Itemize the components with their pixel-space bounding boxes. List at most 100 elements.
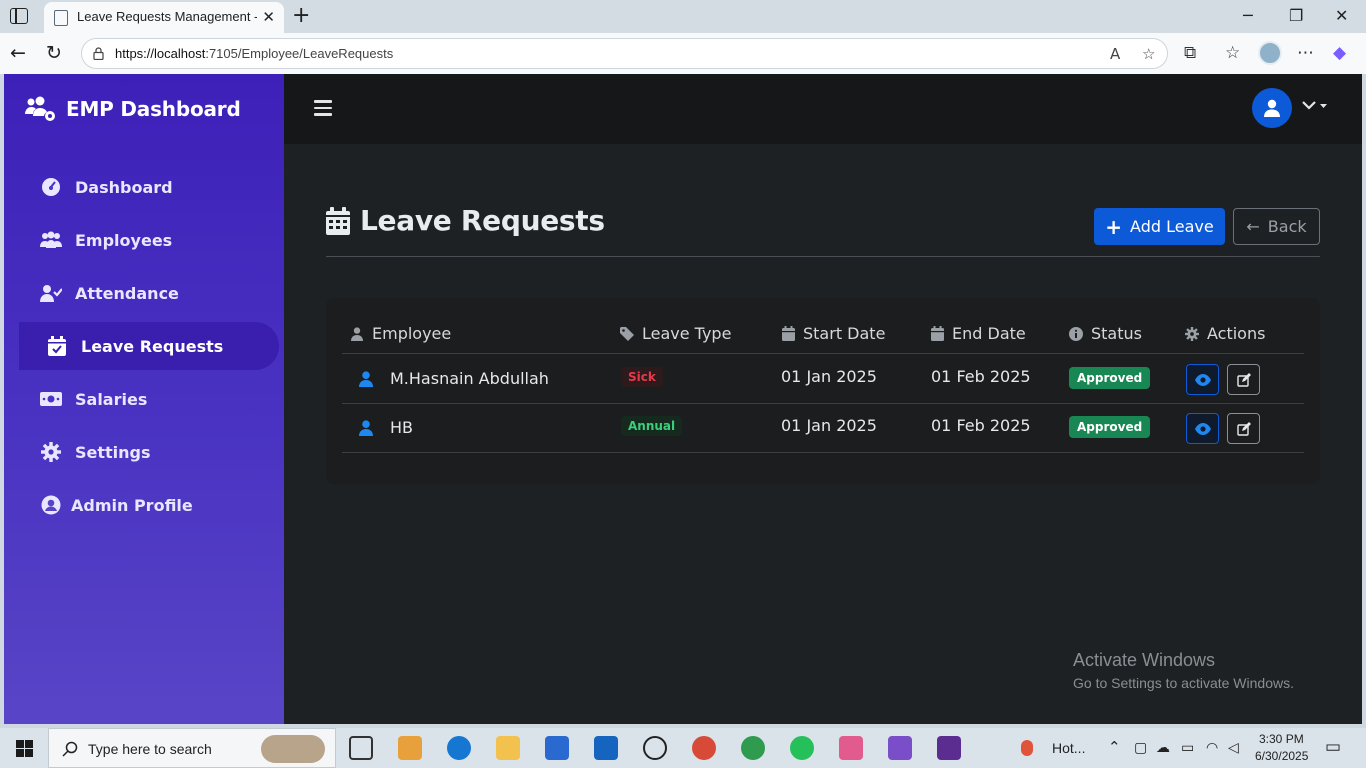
file-explorer-icon[interactable]	[496, 736, 520, 760]
clock-time[interactable]: 3:30 PM	[1259, 732, 1304, 746]
sidebar-item-label: Settings	[75, 442, 151, 462]
edge-app-icon[interactable]	[447, 736, 471, 760]
back-arrow-icon[interactable]: ←	[10, 42, 26, 64]
column-header-leave-type: Leave Type	[620, 324, 731, 343]
sidebar: EMP Dashboard Dashboard Employees Attend…	[4, 74, 284, 724]
chrome-profile-app-icon[interactable]	[741, 736, 765, 760]
whatsapp-app-icon[interactable]	[790, 736, 814, 760]
add-leave-button[interactable]: + Add Leave	[1094, 208, 1225, 245]
minimize-icon[interactable]: ─	[1243, 6, 1253, 25]
windows-start-icon[interactable]	[16, 740, 33, 757]
copilot-icon[interactable]: ◆	[1333, 43, 1346, 63]
page-favicon-icon	[54, 10, 68, 26]
tab-title: Leave Requests Management - Em	[77, 9, 257, 24]
wifi-icon[interactable]: ◠	[1206, 739, 1218, 756]
hamburger-menu-icon[interactable]	[314, 100, 332, 116]
weather-text[interactable]: Hot...	[1052, 740, 1085, 756]
sidebar-item-label: Dashboard	[75, 177, 173, 197]
sidebar-item-salaries[interactable]: Salaries	[19, 375, 279, 423]
leave-type-badge: Annual	[621, 416, 683, 436]
sidebar-item-admin-profile[interactable]: Admin Profile	[19, 481, 279, 529]
column-header-actions: Actions	[1185, 324, 1265, 343]
view-button[interactable]	[1186, 364, 1219, 395]
sidebar-item-label: Attendance	[75, 283, 179, 303]
user-icon	[350, 326, 364, 341]
gear-icon	[40, 442, 62, 462]
tray-chevron-icon[interactable]: ⌃	[1108, 738, 1121, 756]
url-field[interactable]: https://localhost:7105/Employee/LeaveReq…	[81, 38, 1168, 69]
edit-button[interactable]	[1227, 364, 1260, 395]
info-circle-icon	[1069, 326, 1083, 341]
extensions-icon[interactable]: ⧉	[1184, 43, 1196, 63]
search-highlight-image	[261, 735, 325, 763]
taskbar-search-box[interactable]: Type here to search	[48, 728, 336, 768]
lock-icon[interactable]	[93, 47, 104, 60]
money-icon	[40, 389, 62, 409]
employee-cell: M.Hasnain Abdullah	[342, 369, 549, 388]
close-window-icon[interactable]: ✕	[1335, 6, 1348, 25]
read-aloud-icon[interactable]: A	[1110, 45, 1120, 63]
browser-tab[interactable]: Leave Requests Management - Em ✕	[44, 2, 284, 33]
page-title: Leave Requests	[360, 204, 605, 237]
calendar-icon	[930, 326, 944, 341]
leave-type-badge: Sick	[621, 367, 663, 387]
sidebar-item-settings[interactable]: Settings	[19, 428, 279, 476]
notifications-icon[interactable]: ▭	[1325, 737, 1341, 757]
task-view-icon[interactable]	[349, 736, 373, 760]
sidebar-item-attendance[interactable]: Attendance	[19, 269, 279, 317]
battery-icon[interactable]: ▭	[1181, 739, 1194, 756]
leave-requests-table-card: Employee Leave Type Start Date End Date …	[326, 298, 1320, 484]
clock-date[interactable]: 6/30/2025	[1255, 749, 1308, 763]
weather-icon[interactable]	[1021, 740, 1033, 756]
sidebar-item-leave-requests[interactable]: Leave Requests	[19, 322, 279, 370]
activate-windows-watermark: Activate Windows Go to Settings to activ…	[1073, 650, 1294, 691]
close-tab-icon[interactable]: ✕	[262, 8, 275, 26]
refresh-icon[interactable]: ↻	[46, 42, 62, 64]
visual-studio-icon[interactable]	[888, 736, 912, 760]
user-dropdown-caret-icon[interactable]	[1301, 98, 1329, 117]
gear-icon	[1185, 326, 1199, 341]
more-menu-icon[interactable]: ⋯	[1297, 43, 1314, 63]
terminal-app-icon[interactable]	[937, 736, 961, 760]
tab-actions-icon[interactable]	[10, 8, 28, 24]
chrome-app-icon[interactable]	[692, 736, 716, 760]
browser-profile-avatar[interactable]	[1258, 41, 1282, 65]
copilot-app-icon[interactable]	[398, 736, 422, 760]
windows-taskbar: Type here to search Hot... ⌃ ▢ ☁ ▭ ◠ ◁ 3…	[0, 728, 1366, 768]
edit-button[interactable]	[1227, 413, 1260, 444]
store-app-icon[interactable]	[545, 736, 569, 760]
calendar-icon	[326, 206, 350, 235]
app-icon[interactable]	[839, 736, 863, 760]
calendar-check-icon	[46, 336, 68, 356]
volume-icon[interactable]: ◁	[1228, 739, 1239, 756]
watermark-subtitle: Go to Settings to activate Windows.	[1073, 675, 1294, 691]
end-date: 01 Feb 2025	[931, 416, 1031, 435]
sidebar-item-label: Admin Profile	[71, 495, 193, 515]
eye-icon	[1194, 422, 1211, 435]
brand-title: EMP Dashboard	[66, 97, 241, 121]
sidebar-item-employees[interactable]: Employees	[19, 216, 279, 264]
favorites-icon[interactable]: ☆	[1225, 43, 1240, 63]
user-avatar-icon[interactable]	[1252, 88, 1292, 128]
brand[interactable]: EMP Dashboard	[24, 96, 241, 122]
status-badge: Approved	[1069, 367, 1151, 389]
table-row: HB Annual 01 Jan 2025 01 Feb 2025 Approv…	[342, 404, 1304, 453]
tray-device-icon[interactable]: ▢	[1134, 739, 1147, 756]
sidebar-item-dashboard[interactable]: Dashboard	[19, 163, 279, 211]
new-tab-icon[interactable]: +	[292, 3, 310, 28]
status-badge: Approved	[1069, 416, 1151, 438]
sidebar-item-label: Leave Requests	[81, 336, 224, 356]
chatgpt-app-icon[interactable]	[643, 736, 667, 760]
app-window: EMP Dashboard Dashboard Employees Attend…	[4, 74, 1362, 724]
user-circle-icon	[40, 495, 62, 515]
favorite-star-icon[interactable]: ☆	[1142, 45, 1155, 63]
view-button[interactable]	[1186, 413, 1219, 444]
users-icon	[40, 230, 62, 250]
add-leave-label: Add Leave	[1130, 217, 1214, 236]
start-date: 01 Jan 2025	[781, 367, 877, 386]
onedrive-icon[interactable]: ☁	[1156, 739, 1170, 756]
outlook-app-icon[interactable]	[594, 736, 618, 760]
column-header-status: Status	[1069, 324, 1142, 343]
restore-icon[interactable]: ❐	[1289, 6, 1303, 25]
back-button[interactable]: ← Back	[1233, 208, 1320, 245]
